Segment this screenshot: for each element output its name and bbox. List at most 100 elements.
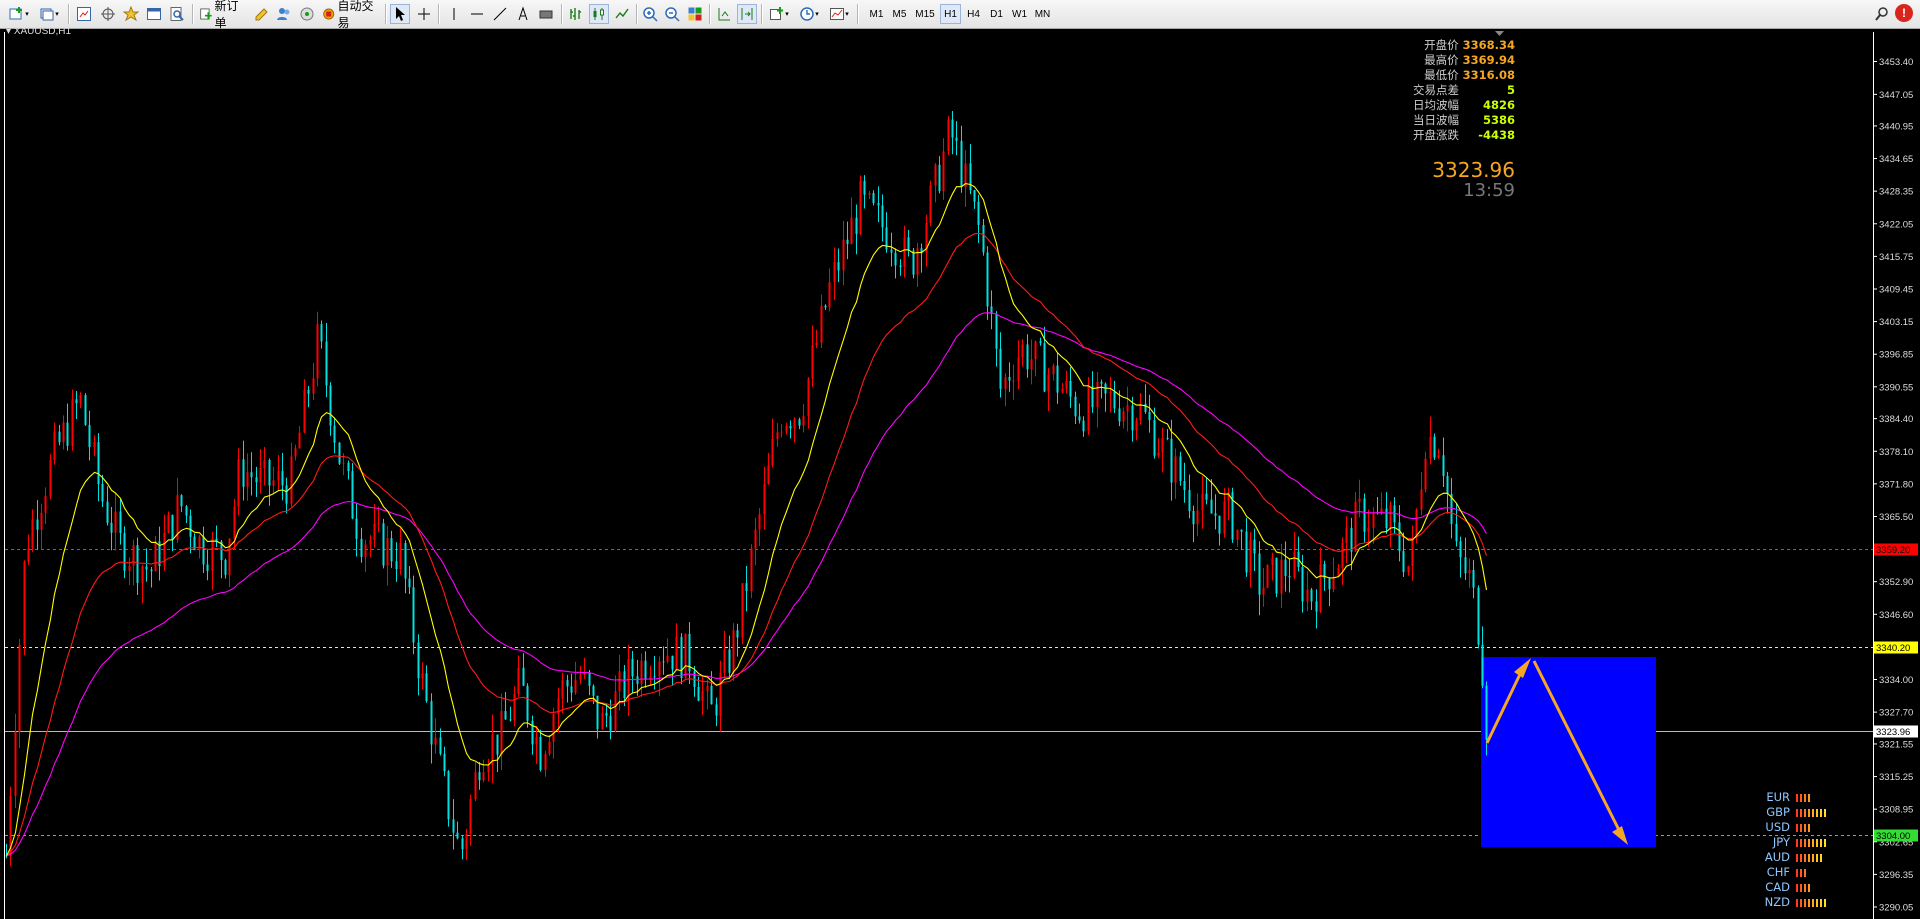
tile-windows-button[interactable] bbox=[685, 4, 705, 24]
timeframe-w1[interactable]: W1 bbox=[1009, 4, 1030, 24]
stat-label: 开盘价 bbox=[1424, 38, 1459, 52]
candle-body bbox=[1455, 523, 1458, 542]
scale-label: 3422.05 bbox=[1879, 219, 1913, 230]
periods-button[interactable]: ▾ bbox=[796, 4, 822, 24]
auto-scroll-button[interactable] bbox=[714, 4, 734, 24]
trendline-tool[interactable] bbox=[490, 4, 510, 24]
signals-button[interactable] bbox=[297, 4, 317, 24]
candle-body bbox=[1205, 493, 1208, 500]
timeframe-mn[interactable]: MN bbox=[1032, 4, 1053, 24]
candle-body bbox=[1012, 380, 1015, 382]
zoom-out-button[interactable] bbox=[662, 4, 682, 24]
candlestick-chart-button[interactable] bbox=[589, 4, 609, 24]
timeframe-h4[interactable]: H4 bbox=[963, 4, 984, 24]
candle-body bbox=[899, 265, 902, 267]
market-watch-button[interactable] bbox=[74, 4, 94, 24]
red-level-price: 3359.20 bbox=[1876, 545, 1910, 556]
candle-body bbox=[58, 431, 61, 443]
candle-body bbox=[1008, 376, 1011, 381]
stat-label: 日均波幅 bbox=[1413, 98, 1459, 112]
candle-body bbox=[478, 772, 481, 781]
candle-body bbox=[290, 456, 293, 504]
candle-body bbox=[1021, 344, 1024, 358]
chart-shift-button[interactable] bbox=[737, 4, 757, 24]
candle-body bbox=[745, 583, 748, 591]
price-chart[interactable]: 3453.40 3447.05 3440.95 3434.65 3428.35 3422.… bbox=[0, 29, 1920, 919]
candle-body bbox=[701, 691, 704, 701]
line-chart-button[interactable] bbox=[612, 4, 632, 24]
currency-code: CHF bbox=[1766, 865, 1790, 879]
candle-body bbox=[255, 477, 258, 483]
vertical-line-tool[interactable] bbox=[444, 4, 464, 24]
horizontal-line-tool[interactable] bbox=[467, 4, 487, 24]
symbol-text: XAUUSD,H1 bbox=[13, 26, 72, 37]
scale-label: 3371.80 bbox=[1879, 479, 1913, 490]
projection-box bbox=[1481, 657, 1656, 847]
candle-body bbox=[675, 636, 678, 670]
indicators-button[interactable]: ▾ bbox=[766, 4, 792, 24]
timeframe-m5[interactable]: M5 bbox=[889, 4, 910, 24]
current-price: 3323.96 bbox=[1432, 158, 1515, 182]
candle-body bbox=[627, 658, 630, 699]
stat-label: 交易点差 bbox=[1413, 83, 1459, 97]
label-tool[interactable] bbox=[536, 4, 556, 24]
candle-body bbox=[355, 518, 358, 539]
search-button[interactable] bbox=[1872, 4, 1892, 24]
candle-body bbox=[474, 772, 477, 800]
alert-icon[interactable]: ! bbox=[1895, 4, 1913, 22]
candle-body bbox=[71, 399, 74, 446]
timeframe-d1[interactable]: D1 bbox=[986, 4, 1007, 24]
candle-body bbox=[333, 425, 336, 443]
candle-body bbox=[382, 523, 385, 566]
scale-label: 3308.95 bbox=[1879, 805, 1913, 816]
navigator-button[interactable] bbox=[121, 4, 141, 24]
candle-body bbox=[644, 660, 647, 681]
candle-body bbox=[1126, 405, 1129, 412]
candle-body bbox=[1464, 557, 1467, 574]
candle-body bbox=[461, 838, 464, 850]
candle-body bbox=[877, 203, 880, 206]
candle-body bbox=[119, 511, 122, 534]
timeframe-m15[interactable]: M15 bbox=[912, 4, 938, 24]
crosshair-tool[interactable] bbox=[414, 4, 434, 24]
terminal-button[interactable] bbox=[144, 4, 164, 24]
candle-body bbox=[1271, 557, 1274, 565]
candle-body bbox=[325, 341, 328, 386]
auto-trading-button[interactable]: 自动交易 bbox=[319, 0, 381, 30]
candle-body bbox=[666, 655, 669, 662]
new-order-button[interactable]: 新订单 bbox=[196, 0, 248, 30]
timeframe-h1[interactable]: H1 bbox=[940, 4, 961, 24]
candle-body bbox=[250, 472, 253, 478]
profiles-button[interactable]: ▾ bbox=[36, 4, 62, 24]
stat-value: -4438 bbox=[1478, 128, 1515, 142]
scale-label: 3403.15 bbox=[1879, 317, 1913, 328]
cursor-tool[interactable] bbox=[390, 4, 410, 24]
candle-body bbox=[750, 548, 753, 591]
candle-body bbox=[1087, 386, 1090, 432]
candle-body bbox=[566, 680, 569, 687]
candle-body bbox=[386, 538, 389, 566]
candle-body bbox=[1166, 437, 1169, 439]
candle-body bbox=[1407, 566, 1410, 573]
stat-row: 开盘涨跌 -4438 bbox=[1413, 128, 1515, 143]
templates-button[interactable]: ▾ bbox=[826, 4, 852, 24]
candle-body bbox=[447, 771, 450, 820]
zoom-in-button[interactable] bbox=[640, 4, 660, 24]
options-button[interactable] bbox=[274, 4, 294, 24]
strategy-tester-button[interactable] bbox=[167, 4, 187, 24]
candle-body bbox=[912, 250, 915, 275]
bar-chart-button[interactable] bbox=[566, 4, 586, 24]
stat-value: 3316.08 bbox=[1462, 68, 1515, 82]
timeframe-m1[interactable]: M1 bbox=[866, 4, 887, 24]
candle-body bbox=[614, 691, 617, 731]
candle-body bbox=[1183, 481, 1186, 491]
text-tool[interactable] bbox=[513, 4, 533, 24]
metaeditor-button[interactable] bbox=[252, 4, 272, 24]
candle-body bbox=[1358, 498, 1361, 502]
data-window-button[interactable] bbox=[98, 4, 118, 24]
new-chart-button[interactable]: ▾ bbox=[6, 4, 32, 24]
candle-body bbox=[706, 685, 709, 692]
candle-body bbox=[833, 262, 836, 283]
candle-body bbox=[684, 633, 687, 678]
currency-row: NZD bbox=[1740, 895, 1826, 910]
